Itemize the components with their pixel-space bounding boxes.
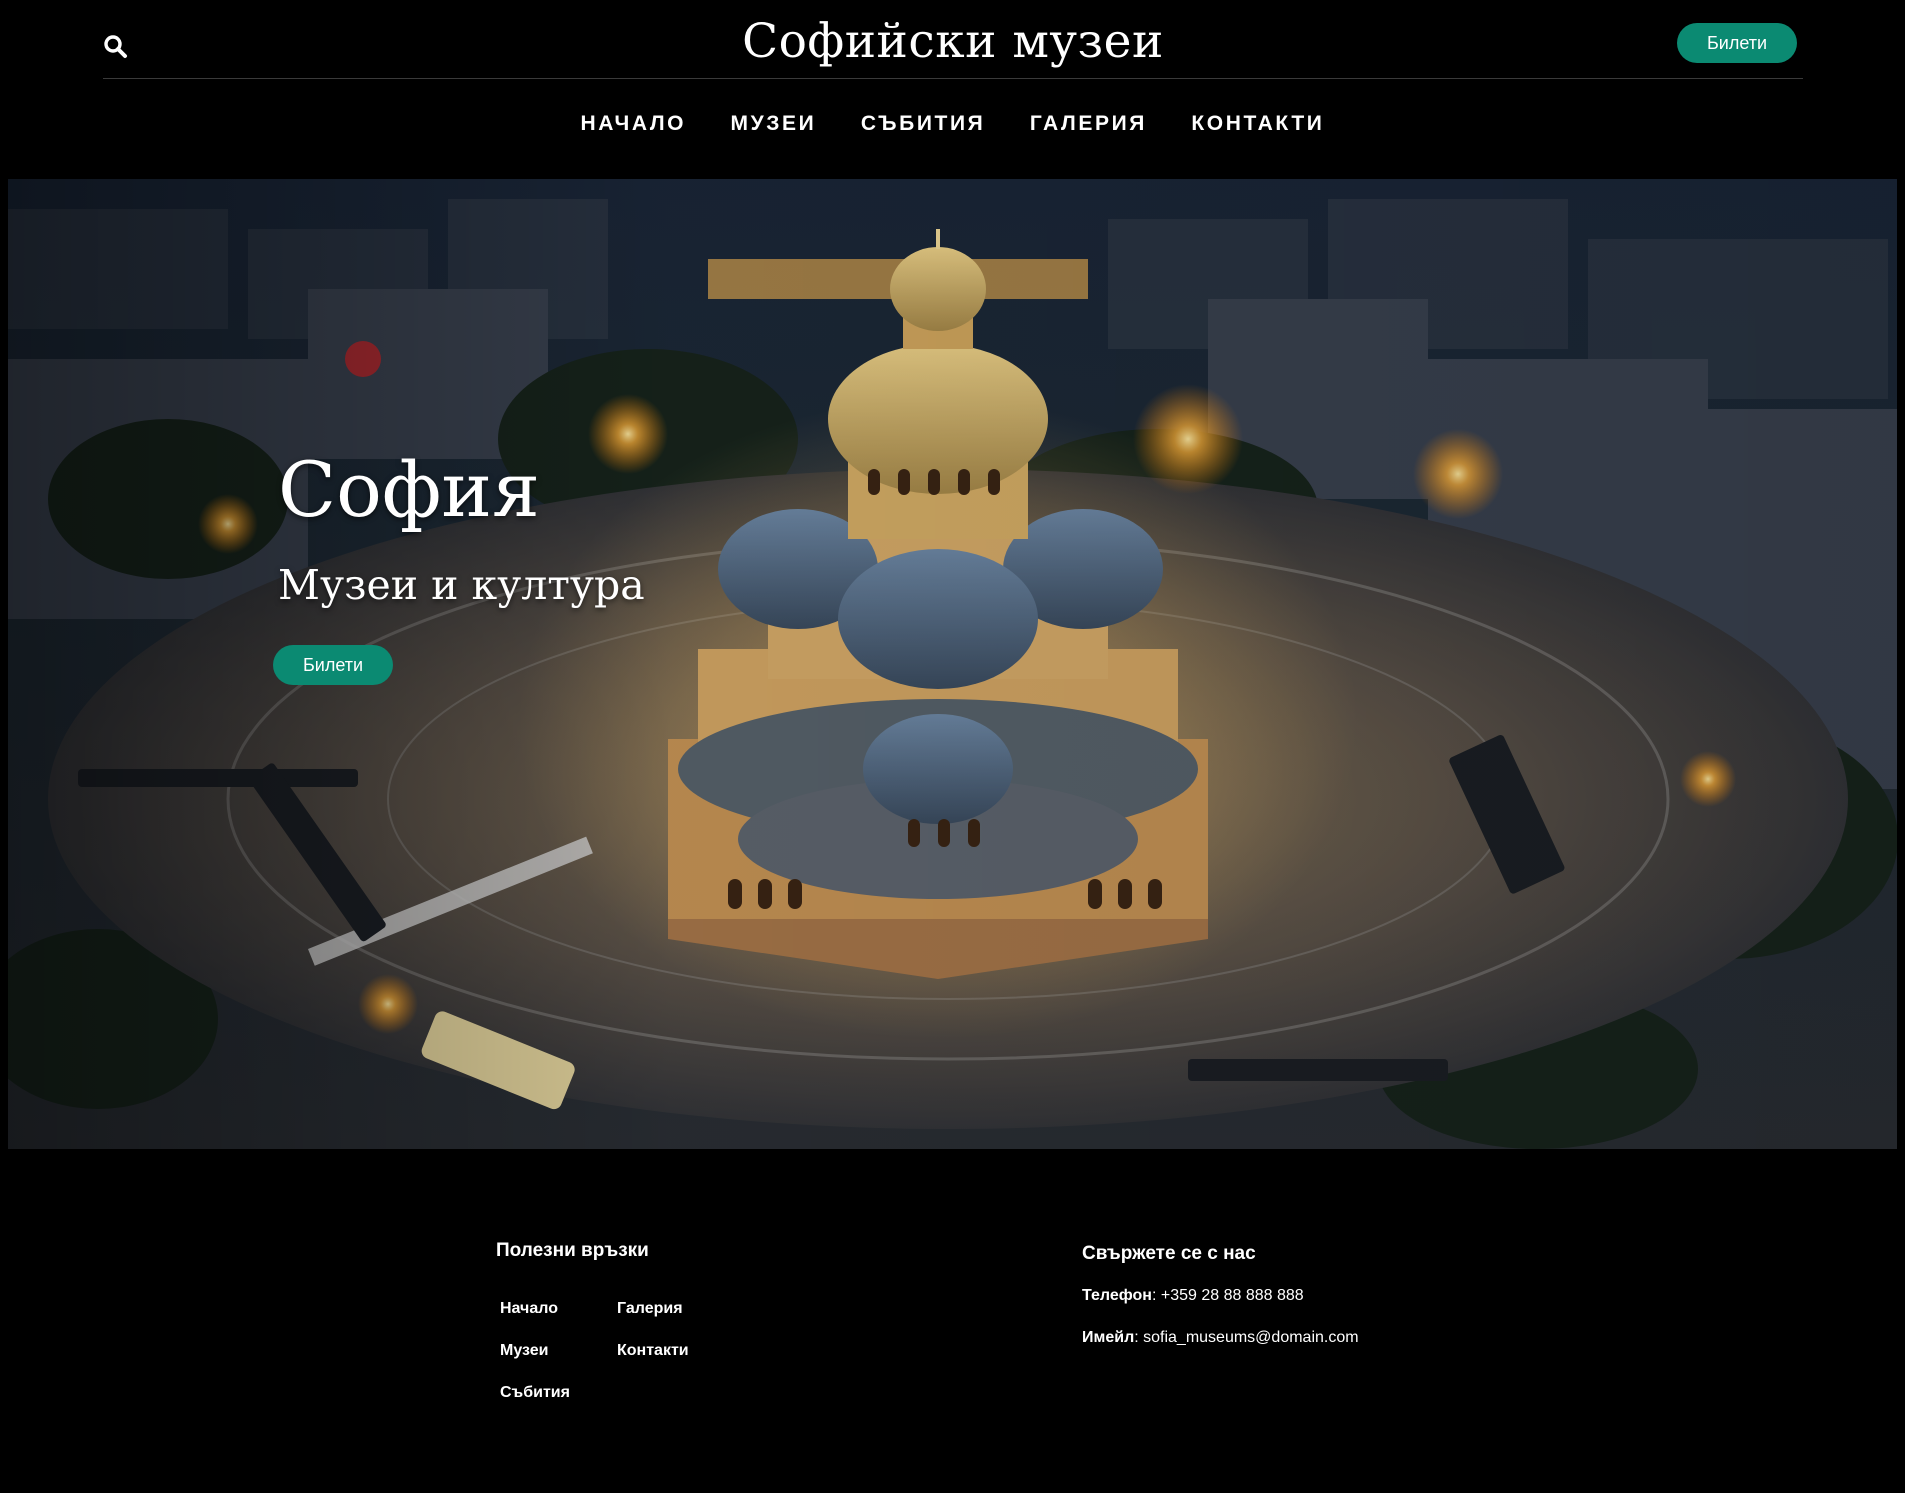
useful-links-section: Полезни връзки Начало Галерия Музеи Конт… [496,1240,689,1401]
nav-item-home[interactable]: НАЧАЛО [581,112,687,136]
useful-links-heading: Полезни връзки [496,1240,649,1261]
phone-label: Телефон [1082,1287,1152,1304]
contact-section: Свържете се с нас Телефон: +359 28 88 88… [1082,1243,1359,1346]
phone-line: Телефон: +359 28 88 888 888 [1082,1287,1304,1304]
footer-link-museums[interactable]: Музеи [500,1340,617,1362]
email-line: Имейл: sofia_museums@domain.com [1082,1329,1359,1346]
site-title[interactable]: Софийски музеи [103,14,1803,69]
header-tickets-button[interactable]: Билети [1677,23,1797,63]
phone-value[interactable]: +359 28 88 888 888 [1161,1287,1304,1304]
footer-link-home[interactable]: Начало [500,1298,617,1320]
hero-banner: София Музеи и култура Билети [8,179,1897,1149]
nav-item-museums[interactable]: МУЗЕИ [731,112,817,136]
nav-item-events[interactable]: СЪБИТИЯ [861,112,986,136]
email-value[interactable]: sofia_museums@domain.com [1143,1329,1358,1346]
nav-item-contacts[interactable]: КОНТАКТИ [1191,112,1324,136]
useful-links-list: Начало Галерия Музеи Контакти Събития [500,1298,740,1404]
contact-heading: Свържете се с нас [1082,1243,1256,1264]
nav-item-gallery[interactable]: ГАЛЕРИЯ [1030,112,1147,136]
hero-tickets-button[interactable]: Билети [273,645,393,685]
top-bar: Софийски музеи Билети [103,0,1803,79]
hero-subtitle: Музеи и култура [278,561,645,609]
hero-title: София [278,445,540,534]
main-nav: НАЧАЛО МУЗЕИ СЪБИТИЯ ГАЛЕРИЯ КОНТАКТИ [0,112,1905,136]
footer-link-events[interactable]: Събития [500,1382,617,1404]
email-label: Имейл [1082,1329,1135,1346]
footer-link-contacts[interactable]: Контакти [617,1340,737,1362]
footer-link-gallery[interactable]: Галерия [617,1298,737,1320]
